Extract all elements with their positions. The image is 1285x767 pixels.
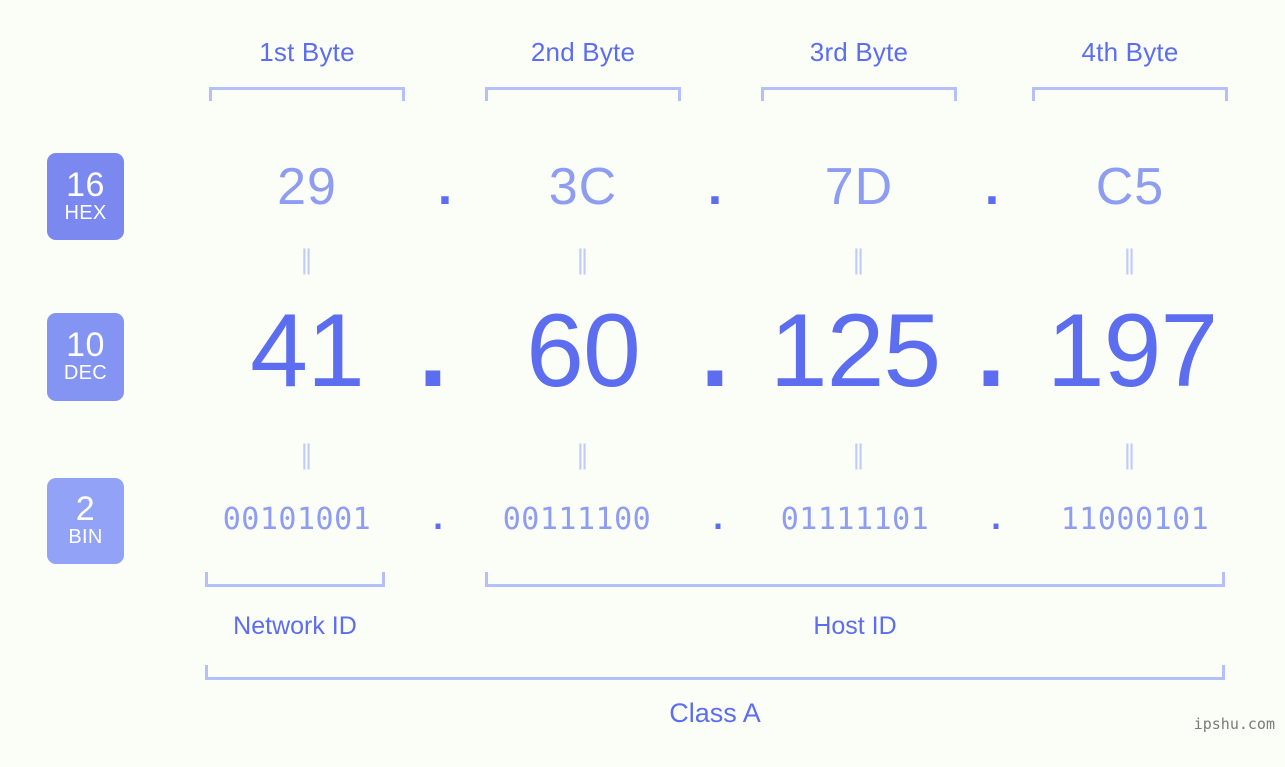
host-id-bracket (485, 572, 1225, 587)
base-badge-hex-abbr: HEX (64, 201, 107, 224)
bin-octet-1: 00101001 (222, 502, 372, 537)
equals-mark-decbin-4: ‖ (1123, 440, 1137, 470)
byte-bracket-2 (485, 87, 681, 101)
bin-separator-2: . (708, 502, 728, 537)
bin-octet-3: 01111101 (780, 502, 930, 537)
equals-mark-decbin-2: ‖ (576, 440, 590, 470)
byte-header-1: 1st Byte (259, 37, 355, 67)
hex-octet-3: 7D (824, 158, 894, 216)
dec-separator-3: . (976, 293, 1006, 409)
base-badge-bin-abbr: BIN (68, 526, 103, 548)
equals-mark-hexdec-3: ‖ (852, 245, 866, 275)
equals-mark-decbin-1: ‖ (300, 440, 314, 470)
bin-octet-2: 00111100 (502, 502, 652, 537)
bin-separator-3: . (986, 502, 1006, 537)
byte-header-3: 3rd Byte (809, 37, 909, 67)
dec-octet-1: 41 (250, 293, 365, 409)
host-id-label: Host ID (813, 612, 897, 640)
byte-bracket-3 (761, 87, 957, 101)
hex-separator-1: . (437, 158, 453, 216)
base-badge-bin: 2 BIN (47, 478, 124, 564)
site-watermark: ipshu.com (1193, 715, 1275, 733)
base-badge-hex-number: 16 (66, 165, 105, 204)
ip-address-breakdown-diagram: 1st Byte 2nd Byte 3rd Byte 4th Byte 16 H… (0, 0, 1285, 767)
network-id-label: Network ID (233, 612, 357, 640)
byte-bracket-4 (1032, 87, 1228, 101)
hex-octet-4: C5 (1095, 158, 1165, 216)
base-badge-dec: 10 DEC (47, 313, 124, 401)
byte-header-2: 2nd Byte (530, 37, 636, 67)
base-badge-bin-number: 2 (75, 490, 96, 528)
hex-octet-1: 29 (277, 158, 337, 216)
equals-mark-decbin-3: ‖ (852, 440, 866, 470)
dec-separator-1: . (418, 293, 448, 409)
equals-mark-hexdec-4: ‖ (1123, 245, 1137, 275)
hex-octet-2: 3C (548, 158, 618, 216)
bin-separator-1: . (428, 502, 448, 537)
dec-separator-2: . (700, 293, 730, 409)
class-bracket (205, 665, 1225, 680)
equals-mark-hexdec-1: ‖ (300, 245, 314, 275)
base-badge-dec-abbr: DEC (63, 362, 108, 384)
hex-separator-2: . (707, 158, 723, 216)
byte-bracket-1 (209, 87, 405, 101)
byte-header-4: 4th Byte (1081, 37, 1179, 67)
dec-octet-4: 197 (1046, 293, 1219, 409)
bin-octet-4: 11000101 (1060, 502, 1210, 537)
dec-octet-3: 125 (769, 293, 942, 409)
dec-octet-2: 60 (526, 293, 641, 409)
hex-separator-3: . (984, 158, 1000, 216)
base-badge-hex: 16 HEX (47, 153, 124, 240)
class-label: Class A (669, 698, 761, 728)
network-id-bracket (205, 572, 385, 587)
equals-mark-hexdec-2: ‖ (576, 245, 590, 275)
base-badge-dec-number: 10 (66, 326, 105, 364)
